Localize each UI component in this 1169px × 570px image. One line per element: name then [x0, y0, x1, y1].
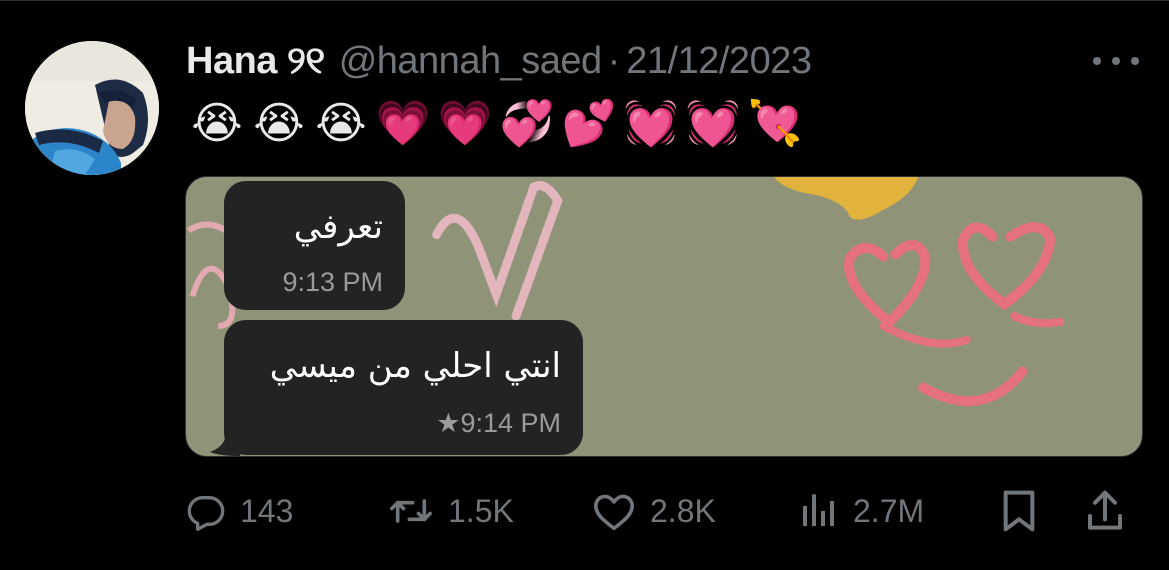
views-count: 2.7M	[853, 492, 925, 529]
emoji: 💗	[437, 98, 493, 149]
emoji: 💘	[747, 98, 803, 149]
avatar-image	[25, 41, 159, 175]
message-time: ★9:14 PM	[436, 408, 561, 438]
emoji: 😭	[315, 98, 367, 149]
message-bubble: تعرفي 9:13 PM	[224, 181, 405, 310]
tweet-text: 😭 😭 😭 💗 💗 💞 💕 💓 💓 💘	[186, 96, 806, 152]
tweet-header: Hana ୨୧ @hannah_saed · 21/12/2023	[186, 38, 812, 84]
retweet-icon	[390, 499, 432, 523]
message-text: تعرفي	[293, 207, 383, 247]
bubble-tail	[210, 432, 240, 456]
avatar[interactable]	[25, 41, 159, 175]
reply-button[interactable]: 143	[186, 481, 293, 541]
reply-icon	[187, 496, 225, 531]
separator-dot: ·	[607, 39, 621, 82]
emoji: 💕	[561, 98, 617, 149]
retweet-button[interactable]: 1.5K	[388, 481, 514, 541]
emoji: 💗	[375, 98, 431, 149]
bookmark-icon	[1003, 490, 1035, 532]
emoji: 💞	[499, 98, 555, 149]
top-divider	[0, 0, 1169, 1]
emoji: 💓	[685, 98, 741, 149]
views-icon	[803, 494, 834, 526]
bookmark-button[interactable]	[999, 481, 1039, 541]
retweet-count: 1.5K	[448, 492, 514, 529]
reply-count: 143	[240, 492, 294, 529]
message-time: 9:13 PM	[282, 267, 383, 297]
message-text: انتي احلي من ميسي	[269, 346, 561, 386]
more-icon[interactable]	[1093, 54, 1139, 68]
action-bar: 143 1.5K 2.8K 2.7M	[0, 481, 1169, 541]
message-bubble: انتي احلي من ميسي ★9:14 PM	[224, 320, 583, 455]
share-icon	[1088, 490, 1122, 530]
like-icon	[593, 494, 634, 531]
emoji: 😭	[191, 98, 243, 149]
media-image[interactable]: تعرفي 9:13 PM انتي احلي من ميسي ★9:14 PM	[185, 176, 1143, 457]
share-button[interactable]	[1085, 481, 1125, 541]
like-button[interactable]: 2.8K	[592, 481, 716, 541]
tweet-date[interactable]: 21/12/2023	[626, 40, 812, 83]
author-name[interactable]: Hana ୨୧	[186, 40, 325, 83]
emoji: 😭	[253, 98, 305, 149]
like-count: 2.8K	[650, 492, 716, 529]
views-button[interactable]: 2.7M	[797, 481, 924, 541]
emoji: 💓	[623, 98, 679, 149]
author-handle[interactable]: @hannah_saed	[339, 40, 602, 83]
